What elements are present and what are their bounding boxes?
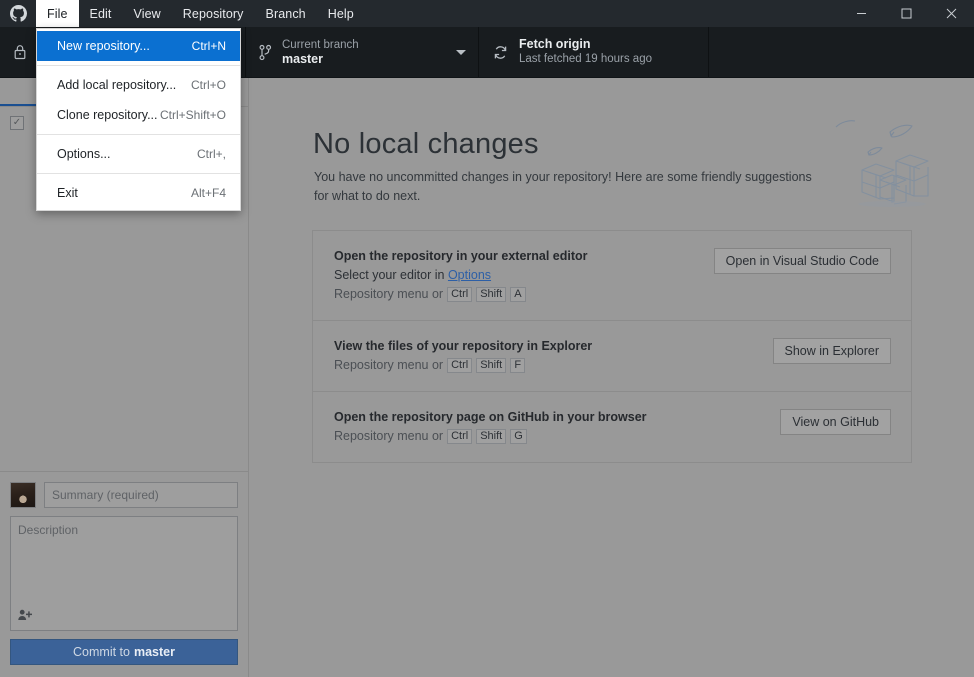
sync-icon [492,44,509,61]
toolbar-fetch-origin[interactable]: Fetch origin Last fetched 19 hours ago [479,27,709,77]
options-link[interactable]: Options [448,268,491,282]
menu-edit-label: Edit [89,6,112,21]
key-ctrl: Ctrl [447,429,473,444]
menu-separator [37,134,240,135]
menu-item-label: Exit [57,186,78,200]
menu-file[interactable]: File [36,0,79,27]
suggestion-show-in-explorer: View the files of your repository in Exp… [313,320,911,391]
title-bar: File Edit View Repository Branch Help [0,0,974,27]
view-on-github-button[interactable]: View on GitHub [780,409,891,435]
card-subline: Select your editor in Options [334,266,700,285]
commit-button-prefix: Commit to [73,645,130,659]
card-title: View the files of your repository in Exp… [334,339,593,353]
card-shortcut-prefix: Repository menu or [334,287,444,301]
github-desktop-window: File Edit View Repository Branch Help Cu… [0,0,974,677]
menu-item-accelerator: Ctrl+Shift+O [159,108,226,122]
key-letter: F [510,358,526,373]
fetch-origin-title: Fetch origin [519,37,591,51]
menu-item-accelerator: Ctrl+N [191,39,226,53]
card-shortcut-hint: Repository menu or Ctrl Shift G [334,427,766,446]
menu-view-label: View [133,6,161,21]
commit-button-branch: master [133,645,175,659]
commit-description-input[interactable]: Description [10,516,238,631]
menu-bar: File Edit View Repository Branch Help [36,0,365,27]
titlebar-drag-region[interactable] [365,0,839,27]
boxes-and-paper-planes-illustration [824,116,944,208]
card-shortcut-prefix: Repository menu or [334,358,444,372]
menu-item-new-repository[interactable]: New repository... Ctrl+N [37,31,240,61]
menu-repository-label: Repository [182,6,244,21]
window-controls [839,0,974,27]
menu-branch[interactable]: Branch [255,0,317,27]
menu-item-add-local-repository[interactable]: Add local repository... Ctrl+O [37,70,240,100]
menu-item-label: Options... [57,147,111,161]
github-logo-icon [0,0,36,27]
menu-item-label: Add local repository... [57,78,177,92]
commit-area: Summary (required) Description Commit to… [0,471,248,677]
show-in-explorer-button[interactable]: Show in Explorer [772,338,891,364]
menu-item-options[interactable]: Options... Ctrl+, [37,139,240,169]
key-ctrl: Ctrl [447,358,473,373]
commit-button[interactable]: Commit to master [10,639,238,665]
card-body: Open the repository page on GitHub in yo… [334,408,766,446]
key-shift: Shift [476,358,507,373]
current-branch-value: master [282,51,323,66]
chevron-down-icon [456,50,466,55]
file-menu-dropdown: New repository... Ctrl+N Add local repos… [36,28,241,211]
menu-file-label: File [47,6,68,21]
card-shortcut-prefix: Repository menu or [334,429,444,443]
minimize-icon[interactable] [839,0,884,27]
card-body: View the files of your repository in Exp… [334,337,759,375]
menu-help[interactable]: Help [317,0,365,27]
select-all-checkbox[interactable]: ✓ [10,116,24,130]
maximize-icon[interactable] [884,0,929,27]
open-in-editor-button[interactable]: Open in Visual Studio Code [713,248,891,274]
key-letter: G [510,429,527,444]
checkmark-icon: ✓ [12,117,22,128]
card-body: Open the repository in your external edi… [334,247,700,304]
key-shift: Shift [476,429,507,444]
menu-item-clone-repository[interactable]: Clone repository... Ctrl+Shift+O [37,100,240,130]
avatar [10,482,36,508]
menu-separator [37,65,240,66]
commit-summary-placeholder: Summary (required) [52,488,159,502]
lock-icon [13,44,27,60]
menu-item-accelerator: Ctrl+O [190,78,226,92]
menu-help-label: Help [327,6,354,21]
card-title: Open the repository page on GitHub in yo… [334,410,647,424]
page-title: No local changes [313,128,539,160]
menu-repository[interactable]: Repository [172,0,255,27]
key-ctrl: Ctrl [447,287,473,302]
menu-separator [37,173,240,174]
menu-view[interactable]: View [123,0,172,27]
commit-summary-row: Summary (required) [10,482,238,508]
card-title: Open the repository in your external edi… [334,249,588,263]
branch-icon [259,44,272,61]
toolbar-current-branch[interactable]: Current branch master [246,27,479,77]
main-content: No local changes You have no uncommitted… [250,78,974,677]
card-shortcut-hint: Repository menu or Ctrl Shift A [334,285,700,304]
card-shortcut-hint: Repository menu or Ctrl Shift F [334,356,759,375]
menu-item-label: New repository... [57,39,150,53]
suggestion-open-in-editor: Open the repository in your external edi… [313,231,911,320]
suggestion-view-on-github: Open the repository page on GitHub in yo… [313,391,911,462]
fetch-origin-subtitle: Last fetched 19 hours ago [519,53,652,65]
suggestions-card-list: Open the repository in your external edi… [312,230,912,463]
key-letter: A [510,287,526,302]
commit-description-placeholder: Description [18,523,79,537]
menu-item-accelerator: Alt+F4 [190,186,226,200]
current-branch-label: Current branch [282,38,359,51]
menu-item-label: Clone repository... [57,108,158,122]
add-coauthor-icon[interactable] [18,609,33,624]
menu-item-accelerator: Ctrl+, [196,147,226,161]
card-subline-prefix: Select your editor in [334,268,448,282]
close-icon[interactable] [929,0,974,27]
menu-branch-label: Branch [265,6,306,21]
commit-summary-input[interactable]: Summary (required) [44,482,238,508]
page-subtitle: You have no uncommitted changes in your … [314,170,812,203]
menu-edit[interactable]: Edit [79,0,123,27]
menu-item-exit[interactable]: Exit Alt+F4 [37,178,240,208]
key-shift: Shift [476,287,507,302]
